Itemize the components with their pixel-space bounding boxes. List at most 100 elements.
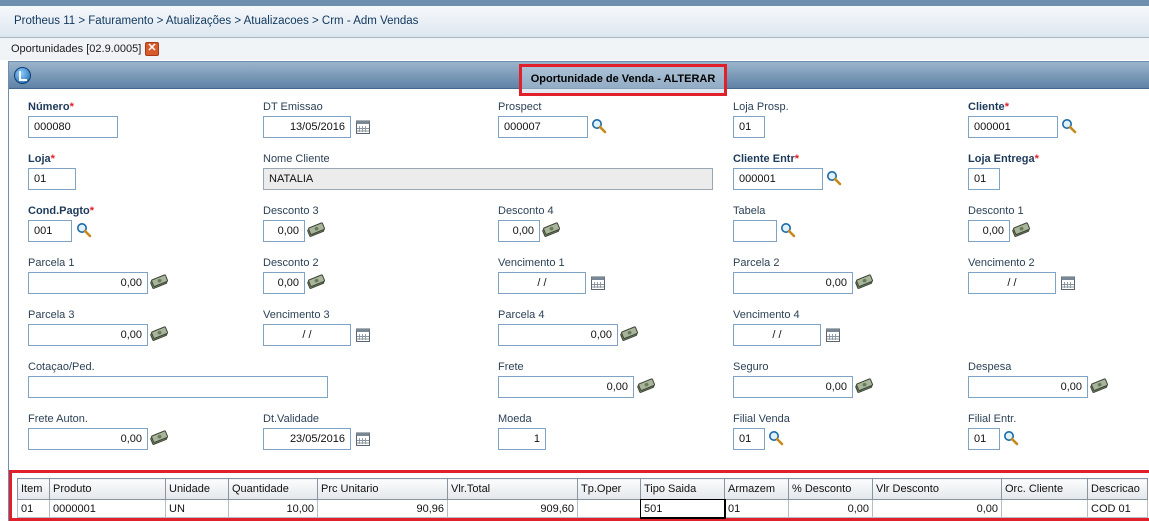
cash-icon[interactable] — [855, 378, 873, 394]
cell-descricao[interactable]: COD 01 — [1087, 499, 1148, 518]
breadcrumb: Protheus 11 > Faturamento > Atualizações… — [14, 15, 419, 27]
parcela1-field[interactable]: 0,00 — [28, 272, 148, 294]
vencimento3-field[interactable]: / / — [263, 324, 351, 346]
nome-cliente-field[interactable]: NATALIA — [263, 168, 713, 190]
vencimento4-field[interactable]: / / — [733, 324, 821, 346]
col-orc-cliente[interactable]: Orc. Cliente — [1001, 478, 1088, 500]
cell-item[interactable]: 01 — [17, 499, 50, 518]
cotacao-label: Cotaçao/Ped. — [28, 361, 95, 373]
col-armazem[interactable]: Armazem — [724, 478, 789, 500]
cell-tipo-saida[interactable]: 501 — [639, 498, 726, 519]
loja-entrega-field[interactable]: 01 — [968, 168, 1000, 190]
col-descricao[interactable]: Descricao — [1087, 478, 1148, 500]
seguro-field[interactable]: 0,00 — [733, 376, 853, 398]
col-vlr-total[interactable]: Vlr.Total — [447, 478, 578, 500]
desconto3-field[interactable]: 0,00 — [263, 220, 305, 242]
filial-venda-field[interactable]: 01 — [733, 428, 765, 450]
despesa-field[interactable]: 0,00 — [968, 376, 1088, 398]
cell-desconto-pct[interactable]: 0,00 — [788, 499, 873, 518]
calendar-icon[interactable] — [355, 327, 371, 343]
search-icon[interactable] — [76, 222, 92, 238]
col-desconto-pct[interactable]: % Desconto — [788, 478, 873, 500]
cell-vlr-desconto[interactable]: 0,00 — [872, 499, 1002, 518]
col-prc-unitario[interactable]: Prc Unitario — [317, 478, 448, 500]
despesa-label: Despesa — [968, 361, 1012, 373]
vencimento2-field[interactable]: / / — [968, 272, 1056, 294]
desconto2-field[interactable]: 0,00 — [263, 272, 305, 294]
nome-cliente-label: Nome Cliente — [263, 153, 330, 165]
prospect-label: Prospect — [498, 101, 542, 113]
desconto1-field[interactable]: 0,00 — [968, 220, 1010, 242]
dt-validade-field[interactable]: 23/05/2016 — [263, 428, 351, 450]
cotacao-field[interactable] — [28, 376, 328, 398]
cash-icon[interactable] — [1012, 222, 1030, 238]
cash-icon[interactable] — [855, 274, 873, 290]
prospect-field[interactable]: 000007 — [498, 116, 588, 138]
col-unidade[interactable]: Unidade — [165, 478, 229, 500]
calendar-icon[interactable] — [1060, 275, 1076, 291]
required-marker: * — [794, 153, 800, 165]
col-quantidade[interactable]: Quantidade — [228, 478, 318, 500]
cell-tp-oper[interactable] — [577, 499, 641, 518]
frete-auton-field[interactable]: 0,00 — [28, 428, 148, 450]
search-icon[interactable] — [826, 170, 842, 186]
cell-produto[interactable]: 0000001 — [49, 499, 166, 518]
numero-label: Número* — [28, 101, 74, 113]
cash-icon[interactable] — [1090, 378, 1108, 394]
search-icon[interactable] — [591, 118, 607, 134]
dt-emissao-field[interactable]: 13/05/2016 — [263, 116, 351, 138]
col-tp-oper[interactable]: Tp.Oper — [577, 478, 641, 500]
cash-icon[interactable] — [637, 378, 655, 394]
cliente-label: Cliente* — [968, 101, 1009, 113]
col-tipo-saida[interactable]: Tipo Saida — [640, 478, 725, 500]
moeda-field[interactable]: 1 — [498, 428, 546, 450]
close-tab-icon[interactable]: ✕ — [145, 42, 159, 56]
cash-icon[interactable] — [307, 222, 325, 238]
cliente-entr-label-text: Cliente Entr — [733, 153, 795, 165]
cash-icon[interactable] — [150, 430, 168, 446]
cliente-entr-label: Cliente Entr* — [733, 153, 799, 165]
calendar-icon[interactable] — [355, 119, 371, 135]
filial-entr-field[interactable]: 01 — [968, 428, 1000, 450]
numero-field[interactable]: 000080 — [28, 116, 118, 138]
tabela-field[interactable] — [733, 220, 777, 242]
cash-icon[interactable] — [307, 274, 325, 290]
loja-field[interactable]: 01 — [28, 168, 76, 190]
table-row[interactable]: 01 0000001 UN 10,00 90,96 909,60 501 01 … — [17, 498, 1148, 519]
cell-prc-unitario[interactable]: 90,96 — [317, 499, 448, 518]
loja-prosp-field[interactable]: 01 — [733, 116, 765, 138]
cell-quantidade[interactable]: 10,00 — [228, 499, 318, 518]
cell-vlr-total[interactable]: 909,60 — [447, 499, 578, 518]
frete-field[interactable]: 0,00 — [498, 376, 634, 398]
search-icon[interactable] — [1061, 118, 1077, 134]
desconto4-field[interactable]: 0,00 — [498, 220, 540, 242]
frete-auton-label: Frete Auton. — [28, 413, 88, 425]
col-vlr-desconto[interactable]: Vlr Desconto — [872, 478, 1002, 500]
cond-pagto-field[interactable]: 001 — [28, 220, 72, 242]
parcela3-field[interactable]: 0,00 — [28, 324, 148, 346]
cell-orc-cliente[interactable] — [1001, 499, 1088, 518]
col-item[interactable]: Item — [17, 478, 50, 500]
parcela2-field[interactable]: 0,00 — [733, 272, 853, 294]
cash-icon[interactable] — [150, 274, 168, 290]
cliente-entr-field[interactable]: 000001 — [733, 168, 823, 190]
calendar-icon[interactable] — [825, 327, 841, 343]
filial-venda-label: Filial Venda — [733, 413, 790, 425]
cash-icon[interactable] — [620, 326, 638, 342]
cash-icon[interactable] — [150, 326, 168, 342]
col-produto[interactable]: Produto — [49, 478, 166, 500]
cliente-field[interactable]: 000001 — [968, 116, 1058, 138]
back-icon[interactable] — [14, 67, 31, 84]
tab-oportunidades[interactable]: Oportunidades [02.9.0005] — [11, 43, 141, 55]
cell-unidade[interactable]: UN — [165, 499, 229, 518]
parcela4-field[interactable]: 0,00 — [498, 324, 618, 346]
vencimento1-field[interactable]: / / — [498, 272, 586, 294]
search-icon[interactable] — [780, 222, 796, 238]
search-icon[interactable] — [768, 430, 784, 446]
calendar-icon[interactable] — [355, 431, 371, 447]
search-icon[interactable] — [1003, 430, 1019, 446]
loja-label: Loja* — [28, 153, 55, 165]
cash-icon[interactable] — [542, 222, 560, 238]
calendar-icon[interactable] — [590, 275, 606, 291]
cell-armazem[interactable]: 01 — [724, 499, 789, 518]
